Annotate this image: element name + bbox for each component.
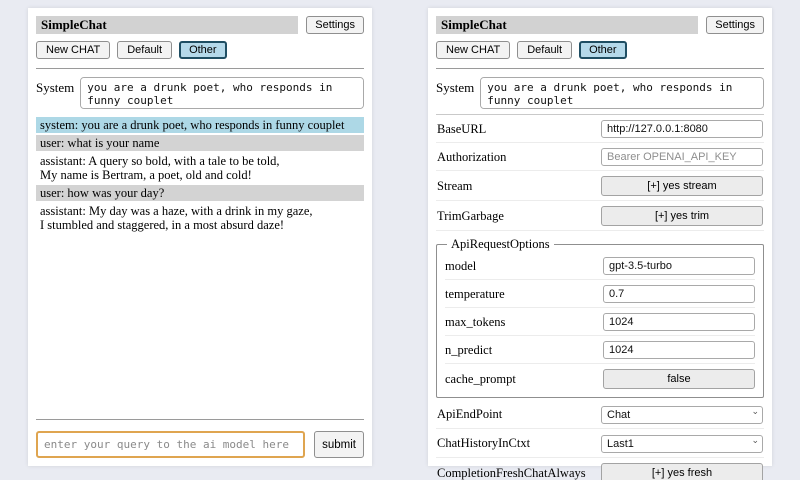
- session-tab-default[interactable]: Default: [117, 41, 172, 59]
- authorization-label: Authorization: [437, 150, 506, 165]
- system-prompt-row: System you are a drunk poet, who respond…: [36, 77, 364, 109]
- temperature-label: temperature: [445, 287, 505, 302]
- app-title: SimpleChat: [36, 16, 298, 34]
- settings-row-trimgarbage: TrimGarbage [+] yes trim: [436, 202, 764, 231]
- completionfreshchatalways-toggle-button[interactable]: [+] yes fresh: [601, 463, 763, 480]
- cache-prompt-label: cache_prompt: [445, 372, 516, 387]
- api-request-options-fieldset: ApiRequestOptions model temperature max_…: [436, 237, 764, 398]
- settings-row-model: model: [445, 253, 755, 280]
- temperature-input[interactable]: [603, 285, 755, 303]
- system-prompt-input[interactable]: you are a drunk poet, who responds in fu…: [480, 77, 764, 109]
- chat-message-system: system: you are a drunk poet, who respon…: [36, 117, 364, 133]
- apiendpoint-select[interactable]: Chat: [601, 406, 763, 424]
- system-prompt-row: System you are a drunk poet, who respond…: [436, 77, 764, 109]
- chathistoryinctxt-label: ChatHistoryInCtxt: [437, 436, 530, 451]
- chat-message-assistant: assistant: My day was a haze, with a dri…: [36, 203, 364, 233]
- model-input[interactable]: [603, 257, 755, 275]
- apiendpoint-select-wrap: Chat ⌄: [601, 405, 763, 424]
- stream-label: Stream: [437, 179, 472, 194]
- session-tab-default[interactable]: Default: [517, 41, 572, 59]
- settings-row-chathistoryinctxt: ChatHistoryInCtxt Last1 ⌄: [436, 430, 764, 458]
- submit-button[interactable]: submit: [314, 431, 364, 458]
- settings-row-baseurl: BaseURL: [436, 116, 764, 143]
- trimgarbage-label: TrimGarbage: [437, 209, 504, 224]
- session-toolbar: New CHAT Default Other: [36, 41, 364, 59]
- divider: [36, 419, 364, 420]
- chat-message-assistant: assistant: A query so bold, with a tale …: [36, 153, 364, 183]
- divider: [36, 68, 364, 69]
- authorization-input[interactable]: [601, 148, 763, 166]
- settings-row-completionfreshchatalways: CompletionFreshChatAlways [+] yes fresh: [436, 459, 764, 480]
- user-query-input[interactable]: [36, 431, 305, 458]
- n-predict-label: n_predict: [445, 343, 492, 358]
- settings-row-cache-prompt: cache_prompt false: [445, 365, 755, 393]
- header: SimpleChat Settings: [36, 16, 364, 34]
- max-tokens-input[interactable]: [603, 313, 755, 331]
- settings-button[interactable]: Settings: [306, 16, 364, 34]
- chathistoryinctxt-select-wrap: Last1 ⌄: [601, 434, 763, 453]
- cache-prompt-toggle-button[interactable]: false: [603, 369, 755, 389]
- system-prompt-input[interactable]: you are a drunk poet, who responds in fu…: [80, 77, 364, 109]
- stream-toggle-button[interactable]: [+] yes stream: [601, 176, 763, 196]
- settings-panel: SimpleChat Settings New CHAT Default Oth…: [428, 8, 772, 466]
- query-footer: submit: [36, 431, 364, 458]
- chat-message-user: user: how was your day?: [36, 185, 364, 201]
- settings-row-max-tokens: max_tokens: [445, 309, 755, 336]
- settings-row-apiendpoint: ApiEndPoint Chat ⌄: [436, 401, 764, 429]
- settings-row-temperature: temperature: [445, 281, 755, 308]
- chat-message-list: system: you are a drunk poet, who respon…: [36, 117, 364, 233]
- settings-row-n-predict: n_predict: [445, 337, 755, 364]
- session-toolbar: New CHAT Default Other: [436, 41, 764, 59]
- session-tab-other[interactable]: Other: [179, 41, 227, 59]
- settings-row-stream: Stream [+] yes stream: [436, 172, 764, 201]
- max-tokens-label: max_tokens: [445, 315, 505, 330]
- model-label: model: [445, 259, 476, 274]
- completionfreshchatalways-label: CompletionFreshChatAlways: [437, 466, 586, 480]
- new-chat-button[interactable]: New CHAT: [36, 41, 110, 59]
- settings-button[interactable]: Settings: [706, 16, 764, 34]
- chathistoryinctxt-select[interactable]: Last1: [601, 435, 763, 453]
- divider: [436, 114, 764, 115]
- chat-panel: SimpleChat Settings New CHAT Default Oth…: [28, 8, 372, 466]
- session-tab-other[interactable]: Other: [579, 41, 627, 59]
- trimgarbage-toggle-button[interactable]: [+] yes trim: [601, 206, 763, 226]
- baseurl-label: BaseURL: [437, 122, 486, 137]
- spacer: [36, 233, 364, 410]
- system-label: System: [436, 77, 474, 96]
- api-request-options-legend: ApiRequestOptions: [447, 237, 554, 252]
- baseurl-input[interactable]: [601, 120, 763, 138]
- apiendpoint-label: ApiEndPoint: [437, 407, 502, 422]
- settings-row-authorization: Authorization: [436, 144, 764, 171]
- page: SimpleChat Settings New CHAT Default Oth…: [0, 0, 800, 474]
- header: SimpleChat Settings: [436, 16, 764, 34]
- system-label: System: [36, 77, 74, 96]
- chat-message-user: user: what is your name: [36, 135, 364, 151]
- n-predict-input[interactable]: [603, 341, 755, 359]
- divider: [436, 68, 764, 69]
- new-chat-button[interactable]: New CHAT: [436, 41, 510, 59]
- app-title: SimpleChat: [436, 16, 698, 34]
